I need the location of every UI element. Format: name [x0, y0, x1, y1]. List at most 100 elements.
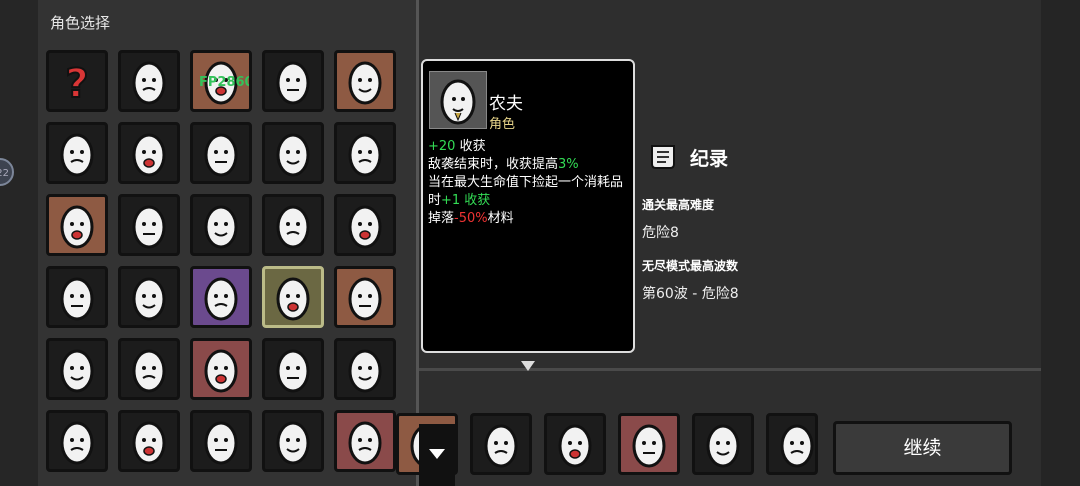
egg-icon — [276, 421, 310, 465]
egg-icon — [632, 424, 666, 468]
stat-text: +1 收获 — [441, 193, 491, 208]
egg-icon — [348, 421, 382, 465]
stat-text: 时 — [428, 193, 442, 208]
character-slot[interactable]: ? — [46, 50, 108, 112]
stat-line: +20 收获 — [428, 135, 486, 154]
character-name: 农夫 — [489, 94, 523, 114]
character-slot[interactable] — [262, 338, 324, 400]
selected-character-slot[interactable] — [544, 413, 606, 475]
egg-icon — [60, 349, 94, 393]
egg-icon — [60, 133, 94, 177]
character-slot[interactable] — [118, 50, 180, 112]
egg-icon — [132, 133, 166, 177]
egg-icon — [204, 277, 238, 321]
random-icon: ? — [64, 60, 89, 108]
egg-icon — [348, 61, 382, 105]
character-slot[interactable] — [190, 410, 252, 472]
character-slot[interactable] — [190, 122, 252, 184]
egg-icon — [204, 421, 238, 465]
egg-icon — [348, 349, 382, 393]
character-slot[interactable] — [262, 266, 324, 328]
egg-icon — [132, 61, 166, 105]
egg-icon — [60, 421, 94, 465]
character-slot[interactable] — [262, 50, 324, 112]
dropdown-button[interactable] — [419, 424, 455, 486]
egg-icon — [276, 205, 310, 249]
character-slot[interactable] — [118, 266, 180, 328]
egg-icon — [348, 133, 382, 177]
character-slot[interactable] — [118, 338, 180, 400]
right-edge — [1041, 0, 1080, 486]
selected-character-slot[interactable] — [470, 413, 532, 475]
stat-text: 3% — [558, 157, 579, 172]
egg-icon — [132, 277, 166, 321]
tooltip-pointer-icon — [521, 361, 535, 371]
selected-character-slot[interactable] — [692, 413, 754, 475]
egg-icon — [276, 61, 310, 105]
character-slot[interactable] — [46, 266, 108, 328]
character-slot[interactable] — [334, 266, 396, 328]
egg-icon — [706, 424, 740, 468]
character-slot[interactable] — [118, 410, 180, 472]
farmer-portrait — [429, 71, 487, 129]
egg-icon — [348, 205, 382, 249]
edge-badge[interactable]: 22 — [0, 158, 14, 186]
scroll-icon — [648, 142, 680, 174]
stat-text: 当在最大生命值下捡起一个消耗品 — [428, 175, 624, 190]
stat-line: 时+1 收获 — [428, 189, 490, 208]
divider — [419, 368, 1041, 371]
character-slot[interactable] — [334, 50, 396, 112]
character-slot[interactable] — [190, 194, 252, 256]
selected-character-slot[interactable] — [618, 413, 680, 475]
egg-icon — [276, 133, 310, 177]
selected-character-slot[interactable] — [766, 413, 818, 475]
character-select-panel: 角色选择 ? FP2860 — [38, 0, 419, 486]
character-slot[interactable] — [118, 122, 180, 184]
character-slot[interactable] — [334, 122, 396, 184]
stat-text: +20 — [428, 139, 456, 154]
stat-text: 收获 — [455, 139, 486, 154]
slot-overlay-text: FP2860 — [199, 75, 252, 90]
egg-icon — [440, 79, 476, 125]
records-title: 纪录 — [690, 148, 729, 170]
character-slot[interactable] — [118, 194, 180, 256]
character-slot[interactable] — [262, 122, 324, 184]
character-slot[interactable] — [262, 410, 324, 472]
egg-icon — [204, 133, 238, 177]
character-slot[interactable]: FP2860 — [190, 50, 252, 112]
panel-title: 角色选择 — [50, 14, 111, 32]
svg-text:?: ? — [65, 61, 88, 107]
egg-icon — [780, 424, 814, 468]
stat-text: 材料 — [487, 211, 514, 226]
character-slot[interactable] — [190, 338, 252, 400]
character-type: 角色 — [489, 117, 516, 132]
character-slot[interactable] — [262, 194, 324, 256]
continue-button[interactable]: 继续 — [833, 421, 1012, 475]
egg-icon — [132, 421, 166, 465]
best-difficulty-label: 通关最高难度 — [642, 198, 715, 212]
character-tooltip: 农夫 角色 +20 收获敌袭结束时，收获提高3% 当在最大生命值下捡起一个消耗品时… — [421, 59, 635, 353]
egg-icon — [558, 424, 592, 468]
character-slot[interactable] — [334, 194, 396, 256]
character-slot[interactable] — [334, 338, 396, 400]
egg-icon — [204, 205, 238, 249]
stat-text: 敌袭结束时，收获提高 — [428, 157, 559, 172]
endless-wave-label: 无尽模式最高波数 — [642, 259, 739, 273]
character-slot[interactable] — [46, 194, 108, 256]
egg-icon — [204, 349, 238, 393]
stat-text: -50% — [454, 211, 488, 226]
character-slot[interactable] — [190, 266, 252, 328]
egg-icon — [276, 349, 310, 393]
dropdown-arrow-icon — [429, 449, 445, 459]
character-slot[interactable] — [334, 410, 396, 472]
left-edge: 22 — [0, 0, 38, 486]
egg-icon — [132, 205, 166, 249]
best-difficulty-value: 危险8 — [642, 225, 679, 241]
egg-icon — [276, 277, 310, 321]
egg-icon — [348, 277, 382, 321]
character-slot[interactable] — [46, 338, 108, 400]
character-slot[interactable] — [46, 410, 108, 472]
stat-line: 掉落-50%材料 — [428, 207, 514, 226]
character-slot[interactable] — [46, 122, 108, 184]
egg-icon — [132, 349, 166, 393]
